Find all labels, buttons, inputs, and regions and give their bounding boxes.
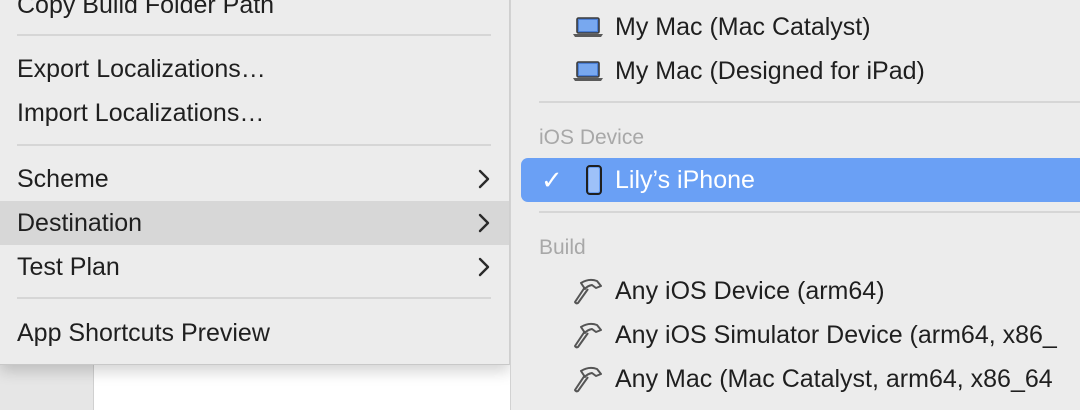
section-header-build: Build — [539, 236, 586, 259]
menu-separator — [539, 211, 1080, 213]
menu-item-label: Copy Build Folder Path — [17, 0, 275, 19]
laptop-icon — [573, 17, 603, 37]
menu-item-export-localizations[interactable]: Export Localizations… — [0, 47, 509, 91]
checkmark-icon: ✓ — [541, 165, 563, 195]
hammer-icon — [574, 278, 602, 305]
hammer-icon — [574, 366, 602, 393]
destination-label: My Mac (Designed for iPad) — [615, 57, 925, 85]
destination-any-ios-device[interactable]: Any iOS Device (arm64) — [511, 269, 1080, 313]
destination-any-mac[interactable]: Any Mac (Mac Catalyst, arm64, x86_64 — [511, 357, 1080, 401]
laptop-icon — [573, 61, 603, 81]
menu-item-label: Destination — [17, 209, 143, 237]
destination-label: My Mac (Mac Catalyst) — [615, 13, 871, 41]
destination-label: Lily’s iPhone — [615, 166, 755, 194]
menu-item-label: App Shortcuts Preview — [17, 319, 270, 347]
product-menu: Copy Build Folder Path Export Localizati… — [0, 0, 510, 365]
section-header-ios-device: iOS Device — [539, 126, 645, 149]
menu-item-label: Import Localizations… — [17, 99, 265, 127]
menu-item-label: Scheme — [17, 165, 109, 193]
background-divider — [93, 360, 94, 410]
menu-item-scheme[interactable]: Scheme — [0, 157, 509, 201]
menu-item-label: Test Plan — [17, 253, 120, 281]
iphone-icon — [586, 165, 602, 195]
menu-separator — [17, 297, 491, 299]
chevron-right-icon — [478, 213, 490, 233]
menu-separator — [17, 144, 491, 146]
background-sidebar — [0, 360, 94, 410]
menu-separator — [539, 101, 1080, 103]
destination-my-mac-designed-for-ipad[interactable]: My Mac (Designed for iPad) — [511, 49, 1080, 93]
menu-separator — [17, 34, 491, 36]
chevron-right-icon — [478, 257, 490, 277]
menu-item-label: Export Localizations… — [17, 55, 266, 83]
chevron-right-icon — [478, 169, 490, 189]
hammer-icon — [574, 322, 602, 349]
menu-item-copy-build-folder-path[interactable]: Copy Build Folder Path — [0, 0, 509, 27]
menu-item-test-plan[interactable]: Test Plan — [0, 245, 509, 289]
destination-label: Any Mac (Mac Catalyst, arm64, x86_64 — [615, 365, 1053, 393]
destination-my-mac-catalyst[interactable]: My Mac (Mac Catalyst) — [511, 5, 1080, 49]
menu-item-destination[interactable]: Destination — [0, 201, 509, 245]
destination-label: Any iOS Simulator Device (arm64, x86_ — [615, 321, 1057, 349]
menu-item-app-shortcuts-preview[interactable]: App Shortcuts Preview — [0, 311, 509, 355]
destination-lilys-iphone[interactable]: ✓ Lily’s iPhone — [521, 158, 1080, 202]
destination-any-ios-simulator-device[interactable]: Any iOS Simulator Device (arm64, x86_ — [511, 313, 1080, 357]
menu-item-import-localizations[interactable]: Import Localizations… — [0, 91, 509, 135]
destination-submenu: My Mac (Mac Catalyst) My Mac (Designed f… — [510, 0, 1080, 410]
destination-label: Any iOS Device (arm64) — [615, 277, 885, 305]
